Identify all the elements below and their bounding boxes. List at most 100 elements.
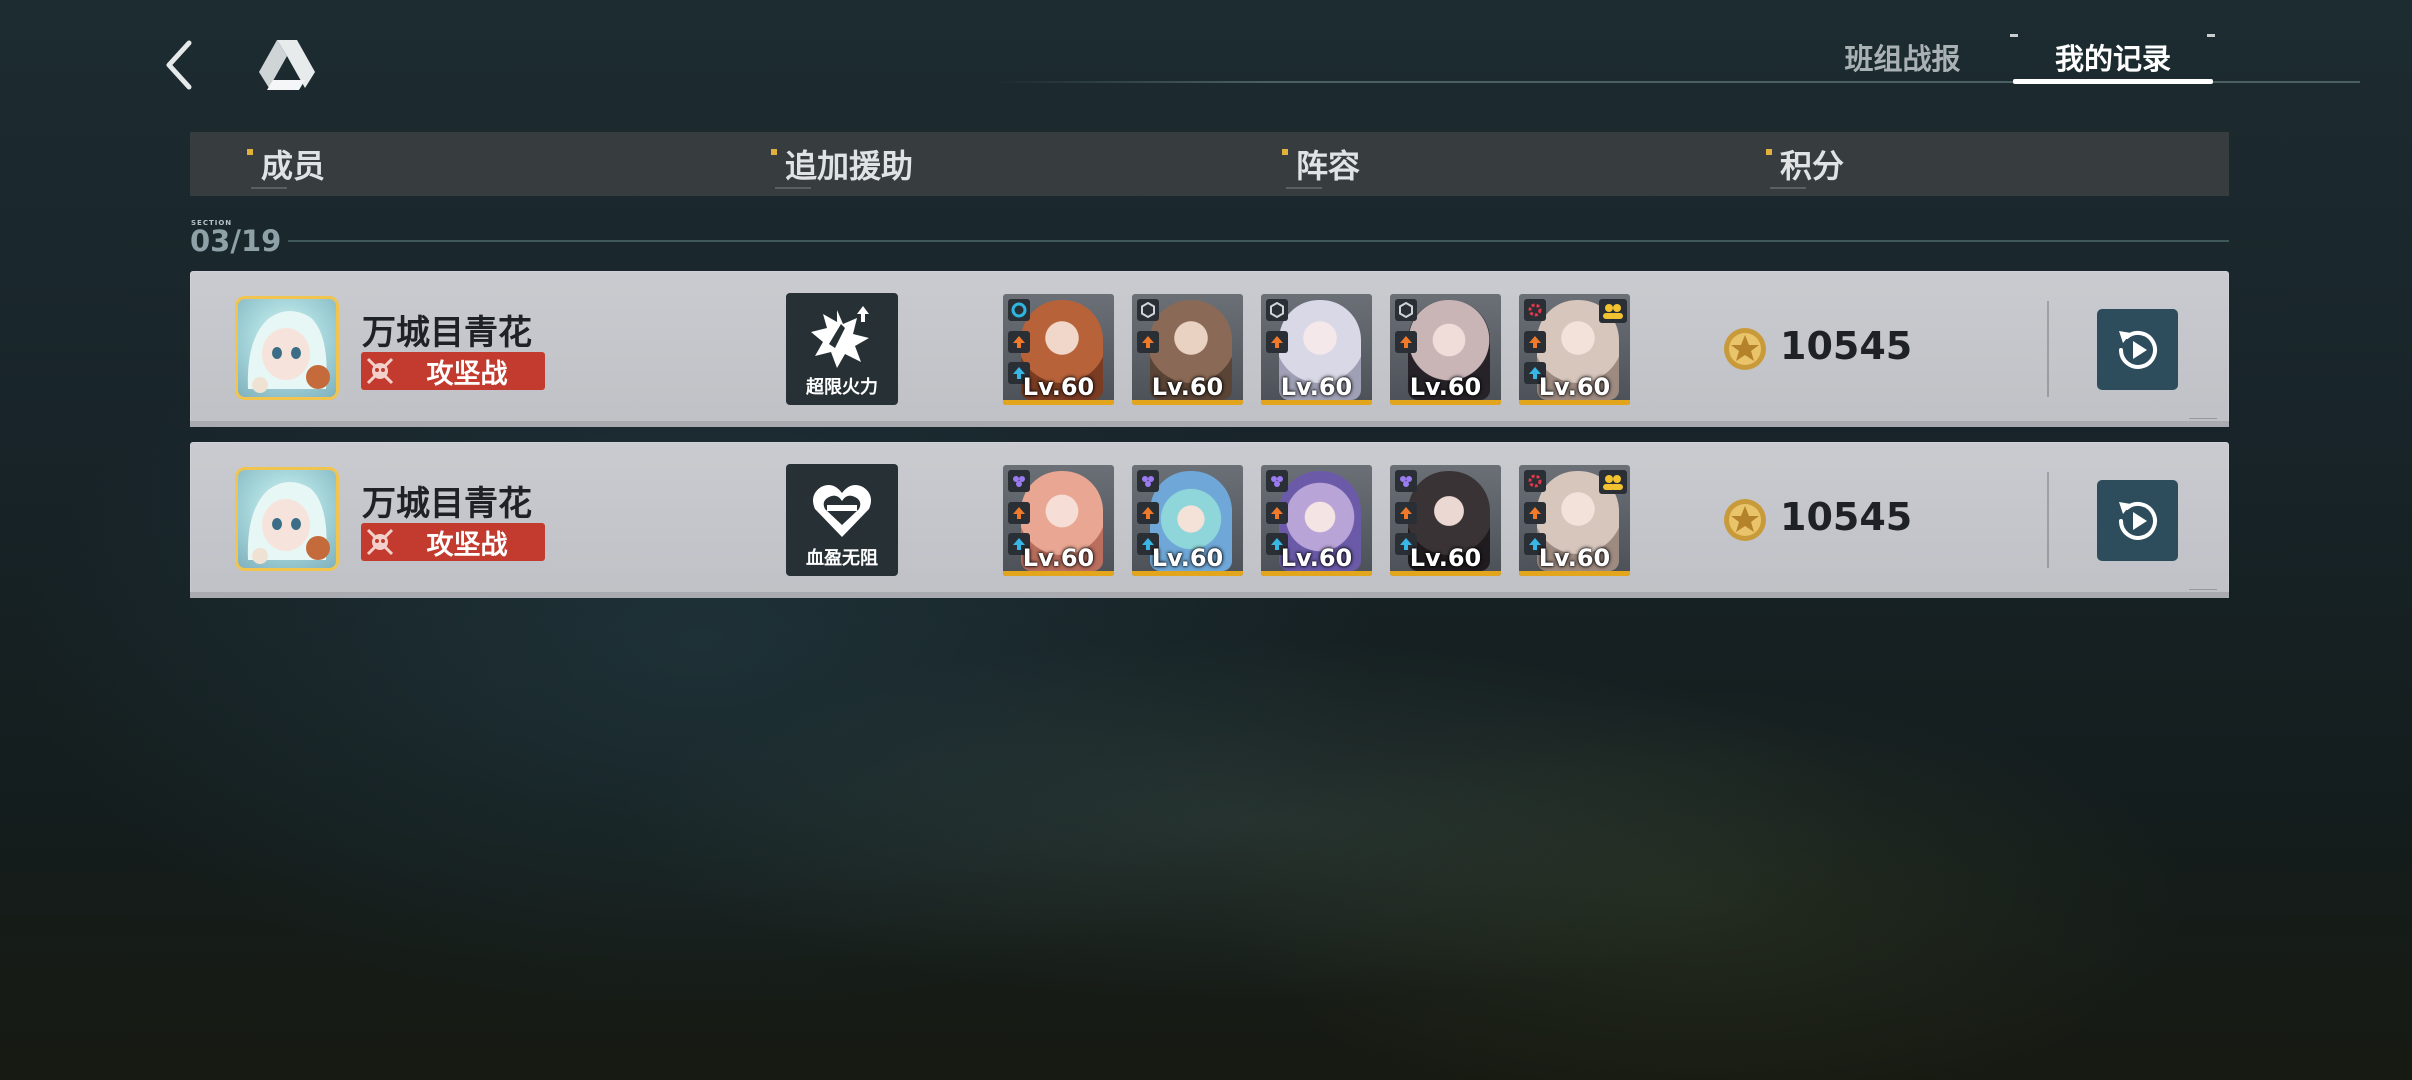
column-header-support: 追加援助 [771,132,914,196]
tab-team-report[interactable]: 班组战报 [1830,32,1975,82]
skull-icon [361,523,399,561]
replay-button[interactable] [2097,480,2178,561]
member-name: 万城目青花 [362,313,532,353]
header-marker [771,149,777,155]
unit-rarity-bar [1132,571,1243,576]
orange-up-icon [1395,331,1417,353]
support-card[interactable]: 血盈无阻 [786,464,898,576]
column-header-lineup: 阵容 [1282,132,1361,196]
unit-rarity-bar [1003,400,1114,405]
orange-up-icon [1524,331,1546,353]
orange-up-icon [1395,502,1417,524]
unit-rarity-bar [1003,571,1114,576]
member-name: 万城目青花 [362,484,532,524]
unit-level: Lv.60 [1280,373,1353,401]
score-value: 10545 [1780,495,1913,539]
lineup-unit[interactable]: Lv.60 [1132,294,1243,405]
header-underline [251,187,287,189]
team-members-icon [1599,299,1627,323]
row-divider [2047,472,2049,568]
header-underline [1286,187,1322,189]
unit-level: Lv.60 [1151,544,1224,572]
orange-up-icon [1008,331,1030,353]
member-avatar[interactable] [235,467,339,571]
grey-hex-icon [1137,299,1159,321]
record-row: 万城目青花 攻坚战 血盈无阻 Lv.60 Lv.60 Lv.60 Lv.60 L… [190,442,2229,598]
unit-level: Lv.60 [1409,373,1482,401]
orange-up-icon [1137,502,1159,524]
header-underline [1770,187,1806,189]
support-label: 血盈无阻 [806,548,878,569]
lineup-unit[interactable]: Lv.60 [1519,465,1630,576]
orange-up-icon [1524,502,1546,524]
unit-rarity-bar [1390,400,1501,405]
score-medal-icon [1722,497,1768,543]
unit-level: Lv.60 [1022,544,1095,572]
lineup-unit[interactable]: Lv.60 [1132,465,1243,576]
unit-rarity-bar [1519,571,1630,576]
unit-rarity-bar [1261,571,1372,576]
column-header-score: 积分 [1766,132,1845,196]
row-watermark [2189,581,2217,590]
active-tab-indicator [2013,79,2213,84]
purple-dots-icon [1266,470,1288,492]
lineup-unit[interactable]: Lv.60 [1003,294,1114,405]
replay-icon [2118,330,2157,369]
unit-level: Lv.60 [1151,373,1224,401]
row-watermark [2189,410,2217,419]
section-date: 03/19 [190,224,282,258]
header-underline [775,187,811,189]
lineup-unit[interactable]: Lv.60 [1390,294,1501,405]
score-value: 10545 [1780,324,1913,368]
orange-up-icon [1137,331,1159,353]
orange-up-icon [1008,502,1030,524]
tab-my-records[interactable]: 我的记录 [2013,32,2213,82]
row-divider [2047,301,2049,397]
purple-dots-icon [1395,470,1417,492]
purple-dots-icon [1137,470,1159,492]
lineup-unit[interactable]: Lv.60 [1519,294,1630,405]
grey-hex-icon [1395,299,1417,321]
lineup-unit[interactable]: Lv.60 [1261,465,1372,576]
chevron-left-icon [166,40,192,90]
red-gear-icon [1524,470,1546,492]
header-marker [1766,149,1772,155]
member-avatar[interactable] [235,296,339,400]
lineup-unit[interactable]: Lv.60 [1261,294,1372,405]
cyan-swirl-icon [1008,299,1030,321]
back-button[interactable] [150,30,210,100]
column-label: 积分 [1780,147,1845,185]
section-divider [288,240,2229,242]
row-base [190,421,2229,427]
mode-badge: 攻坚战 [361,352,545,390]
replay-button[interactable] [2097,309,2178,390]
mode-badge: 攻坚战 [361,523,545,561]
row-base [190,592,2229,598]
column-label: 阵容 [1296,147,1361,185]
column-header-member: 成员 [247,132,325,196]
record-row: 万城目青花 攻坚战 超限火力 Lv.60 Lv.60 Lv.60 Lv.60 L… [190,271,2229,427]
skull-icon [361,352,399,390]
red-gear-icon [1524,299,1546,321]
unit-rarity-bar [1519,400,1630,405]
orange-up-icon [1266,502,1288,524]
unit-level: Lv.60 [1538,373,1611,401]
unit-level: Lv.60 [1280,544,1353,572]
heart-shield-icon [786,472,898,548]
unit-rarity-bar [1132,400,1243,405]
overdrive-fire-icon [786,301,898,377]
unit-rarity-bar [1390,571,1501,576]
support-card[interactable]: 超限火力 [786,293,898,405]
lineup-unit[interactable]: Lv.60 [1390,465,1501,576]
grey-hex-icon [1266,299,1288,321]
team-members-icon [1599,470,1627,494]
orange-up-icon [1266,331,1288,353]
mode-label: 攻坚战 [426,358,508,390]
unit-level: Lv.60 [1022,373,1095,401]
header-marker [247,149,253,155]
column-label: 追加援助 [785,147,914,185]
unit-level: Lv.60 [1409,544,1482,572]
drive-logo-icon[interactable] [255,32,319,96]
purple-dots-icon [1008,470,1030,492]
lineup-unit[interactable]: Lv.60 [1003,465,1114,576]
